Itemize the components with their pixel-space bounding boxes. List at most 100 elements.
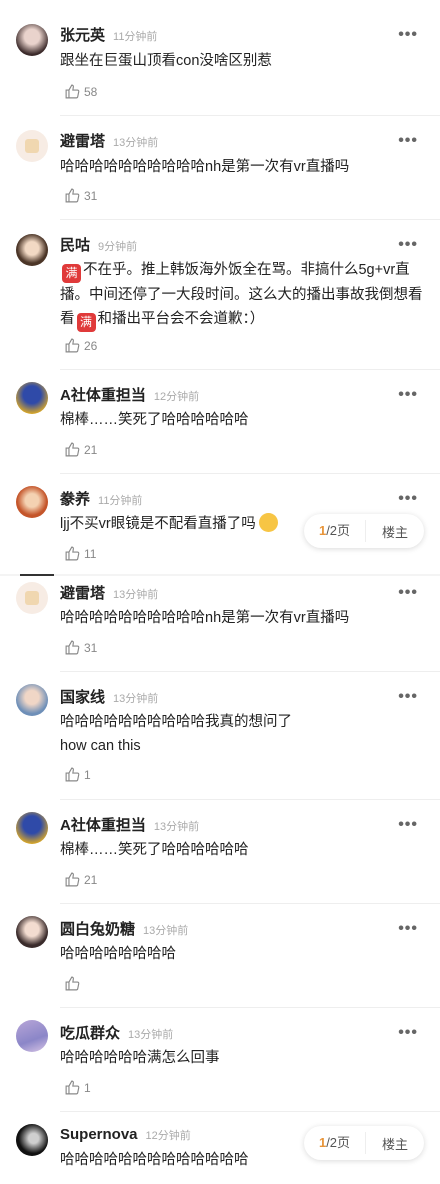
more-icon[interactable]: ••• — [398, 688, 418, 706]
like-count: 21 — [84, 442, 98, 457]
like-button[interactable]: 31 — [64, 187, 97, 204]
like-count: 11 — [84, 546, 97, 561]
timestamp: 13分钟前 — [113, 137, 159, 149]
comment-text: 棉棒……笑死了哈哈哈哈哈哈 — [60, 412, 249, 428]
comment-item: 民咕 9分钟前 ••• 满不在乎。推上韩饭海外饭全在骂。非搞什么5g+vr直播。中… — [0, 220, 440, 370]
thumbs-up-icon — [65, 546, 80, 561]
like-button[interactable]: 21 — [64, 441, 97, 458]
timestamp: 12分钟前 — [145, 1130, 191, 1142]
emoji-icon: 满 — [76, 313, 96, 332]
more-icon[interactable]: ••• — [398, 816, 418, 834]
thumbs-up-icon — [65, 976, 80, 991]
comment-item: 张元英 11分钟前 ••• 跟坐在巨蛋山顶看con没啥区别惹 58 — [0, 0, 440, 116]
username[interactable]: Supernova — [60, 1126, 138, 1143]
comment-text: 棉棒……笑死了哈哈哈哈哈哈 — [60, 842, 249, 858]
like-button[interactable]: 31 — [64, 639, 97, 656]
more-icon[interactable]: ••• — [398, 236, 418, 254]
more-icon[interactable]: ••• — [398, 26, 418, 44]
thumbs-up-icon — [65, 1080, 80, 1095]
like-count: 31 — [84, 640, 98, 655]
thumbs-up-icon — [65, 84, 80, 99]
like-button[interactable] — [64, 975, 84, 992]
username[interactable]: 避雷塔 — [60, 585, 105, 602]
avatar[interactable] — [16, 486, 48, 518]
avatar[interactable] — [16, 916, 48, 948]
avatar[interactable] — [16, 582, 48, 614]
like-count: 31 — [84, 188, 98, 203]
timestamp: 13分钟前 — [113, 589, 159, 601]
thumbs-up-icon — [65, 188, 80, 203]
username[interactable]: A社体重担当 — [60, 817, 146, 834]
timestamp: 13分钟前 — [128, 1029, 174, 1041]
more-icon[interactable]: ••• — [398, 1024, 418, 1042]
comment-item: 避雷塔 13分钟前 ••• 哈哈哈哈哈哈哈哈哈哈nh是第一次有vr直播吗 31 — [0, 576, 440, 672]
comment-text: 哈哈哈哈哈哈哈哈 — [60, 946, 176, 962]
avatar[interactable] — [16, 130, 48, 162]
comment-text-part: ljj不买vr眼镜是不配看直播了吗 — [60, 516, 256, 532]
username[interactable]: 张元英 — [60, 27, 105, 44]
comment-text: 哈哈哈哈哈哈哈哈哈哈nh是第一次有vr直播吗 — [60, 610, 350, 626]
avatar[interactable] — [16, 24, 48, 56]
comment-text: 满不在乎。推上韩饭海外饭全在骂。非搞什么5g+vr直播。中间还停了一大段时间。这… — [60, 258, 424, 332]
comment-text: 哈哈哈哈哈哈满怎么回事 — [60, 1050, 220, 1066]
like-count: 21 — [84, 872, 98, 887]
thumbs-up-icon — [65, 767, 80, 782]
like-button[interactable]: 21 — [64, 871, 97, 888]
more-icon[interactable]: ••• — [398, 386, 418, 404]
timestamp: 11分钟前 — [113, 31, 158, 43]
like-count: 58 — [84, 84, 98, 99]
comment-item: 避雷塔 13分钟前 ••• 哈哈哈哈哈哈哈哈哈哈nh是第一次有vr直播吗 31 — [0, 116, 440, 220]
comment-text: 哈哈哈哈哈哈哈哈哈哈我真的想问了 — [60, 714, 292, 730]
comment-text: 跟坐在巨蛋山顶看con没啥区别惹 — [60, 53, 272, 69]
timestamp: 13分钟前 — [153, 821, 200, 833]
username[interactable]: 圆白兔奶糖 — [60, 921, 135, 938]
like-button[interactable]: 11 — [64, 545, 96, 562]
username[interactable]: 避雷塔 — [60, 133, 105, 150]
like-button[interactable]: 1 — [64, 1079, 91, 1096]
thumbs-up-icon — [65, 640, 80, 655]
avatar[interactable] — [16, 1124, 48, 1156]
avatar[interactable] — [16, 812, 48, 844]
comment-text-part: 和播出平台会不会道歉：） — [97, 311, 265, 327]
username[interactable]: A社体重担当 — [60, 387, 146, 404]
more-icon[interactable]: ••• — [398, 490, 418, 508]
total-pages: /2页 — [326, 523, 351, 538]
username[interactable]: 国家线 — [60, 689, 105, 706]
comment-item: 圆白兔奶糖 13分钟前 ••• 哈哈哈哈哈哈哈哈 — [0, 904, 440, 1008]
username[interactable]: 豢养 — [60, 491, 90, 508]
emoji-icon: 满 — [62, 264, 81, 283]
timestamp: 9分钟前 — [98, 241, 138, 253]
thumbs-up-icon — [65, 442, 80, 457]
like-button[interactable]: 1 — [64, 766, 91, 783]
page-switch-button[interactable]: 1/2页 — [304, 1132, 366, 1154]
comment-item: A社体重担当 13分钟前 ••• 棉棒……笑死了哈哈哈哈哈哈 21 — [0, 800, 440, 904]
like-count: 1 — [84, 1080, 91, 1095]
avatar[interactable] — [16, 382, 48, 414]
username[interactable]: 吃瓜群众 — [60, 1025, 120, 1042]
more-icon[interactable]: ••• — [398, 584, 418, 602]
original-poster-button[interactable]: 楼主 — [366, 522, 424, 541]
username[interactable]: 民咕 — [60, 237, 90, 254]
avatar[interactable] — [16, 1020, 48, 1052]
original-poster-button[interactable]: 楼主 — [366, 1134, 424, 1153]
more-icon[interactable]: ••• — [398, 132, 418, 150]
comment-text: 哈哈哈哈哈哈哈哈哈哈nh是第一次有vr直播吗 — [60, 159, 350, 175]
page-indicator: 1/2页 楼主 — [304, 1126, 424, 1160]
avatar[interactable] — [16, 684, 48, 716]
timestamp: 13分钟前 — [113, 693, 159, 705]
like-button[interactable]: 58 — [64, 83, 97, 100]
page-switch-button[interactable]: 1/2页 — [304, 520, 366, 542]
more-icon[interactable]: ••• — [398, 920, 418, 938]
thumbs-up-icon — [65, 872, 80, 887]
like-count: 26 — [84, 338, 98, 353]
avatar[interactable] — [16, 234, 48, 266]
comment-item: 国家线 13分钟前 ••• 哈哈哈哈哈哈哈哈哈哈我真的想问了 how can th… — [0, 672, 440, 800]
timestamp: 12分钟前 — [153, 391, 200, 403]
comment-item: A社体重担当 12分钟前 ••• 棉棒……笑死了哈哈哈哈哈哈 21 — [0, 370, 440, 474]
thumbs-up-icon — [65, 338, 80, 353]
like-button[interactable]: 26 — [64, 337, 97, 354]
like-count: 1 — [84, 767, 91, 782]
timestamp: 11分钟前 — [98, 495, 143, 507]
total-pages: /2页 — [326, 1135, 351, 1150]
timestamp: 13分钟前 — [143, 925, 189, 937]
